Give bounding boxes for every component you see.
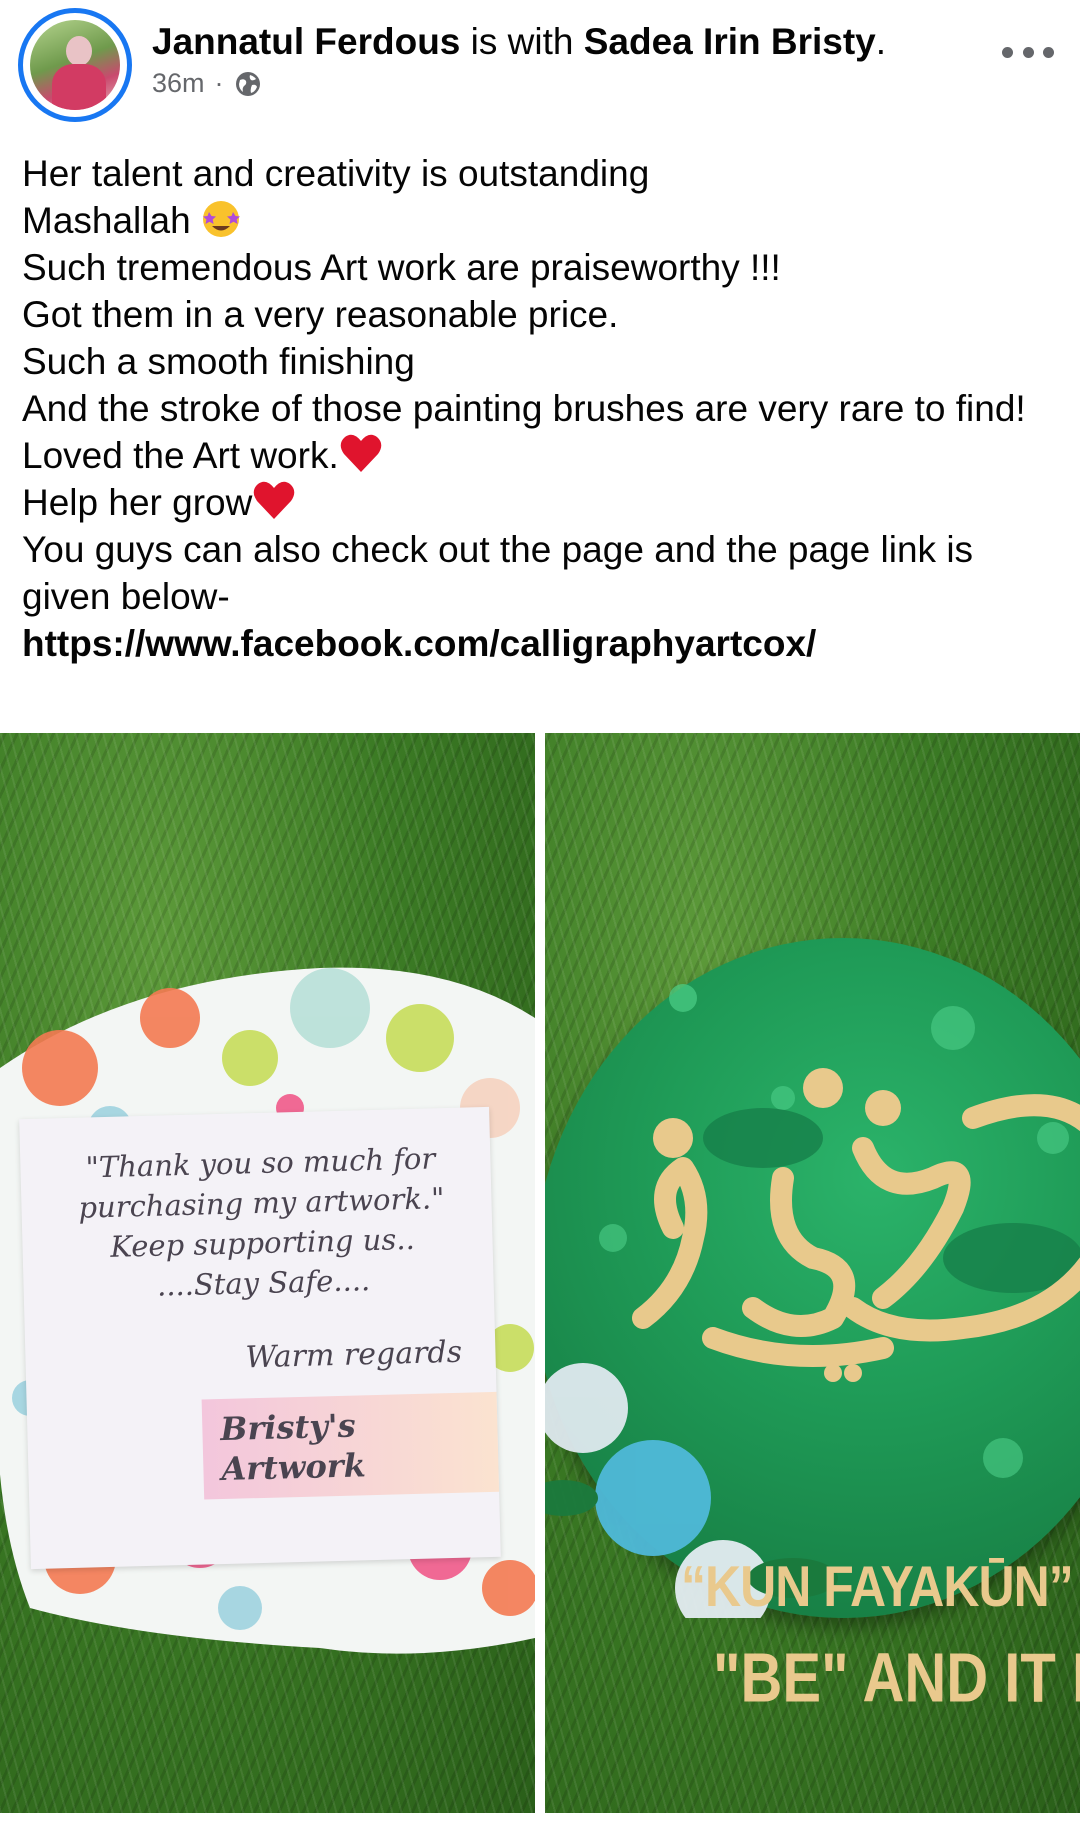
post-meta: 36m ·: [152, 68, 262, 99]
author-name[interactable]: Jannatul Ferdous: [152, 21, 460, 62]
post-line-1: Her talent and creativity is outstanding: [22, 153, 650, 194]
red-heart-icon: [254, 481, 295, 519]
post-line-9: You guys can also check out the page and…: [22, 529, 984, 617]
calligraphy-canvas: “KUN FAYAKŪN” "BE" AND IT IS!: [545, 938, 1080, 1717]
red-heart-icon: [340, 434, 382, 472]
globe-icon[interactable]: [234, 70, 262, 98]
caption-be-and-it-is: "BE" AND IT IS!: [713, 1639, 1080, 1718]
photo-calligraphy-canvas[interactable]: “KUN FAYAKŪN” "BE" AND IT IS!: [545, 733, 1080, 1813]
tagged-name[interactable]: Sadea Irin Bristy: [584, 21, 876, 62]
photo-thank-you-note[interactable]: "Thank you so much for purchasing my art…: [0, 733, 535, 1813]
post-author-line: Jannatul Ferdous is with Sadea Irin Bris…: [152, 20, 886, 64]
calligraphy-artwork: [545, 984, 1080, 1618]
with-text: is with: [460, 21, 584, 62]
star-struck-emoji-icon: [202, 201, 240, 237]
page-link[interactable]: https://www.facebook.com/calligraphyartc…: [22, 620, 1062, 667]
caption-kun-fayakun: “KUN FAYAKŪN”: [681, 1554, 1074, 1619]
more-options-icon[interactable]: [1002, 32, 1054, 72]
post-line-3: Such tremendous Art work are praiseworth…: [22, 247, 781, 288]
post-line-5: Such a smooth finishing: [22, 341, 415, 382]
post-header: Jannatul Ferdous is with Sadea Irin Bris…: [0, 0, 1080, 130]
post-body: Her talent and creativity is outstanding…: [22, 150, 1062, 667]
avatar-photo: [30, 20, 120, 110]
post-line-4: Got them in a very reasonable price.: [22, 294, 619, 335]
note-regards: Warm regards: [245, 1334, 463, 1376]
post-line-2-text: Mashallah: [22, 200, 191, 241]
post-line-8-text: Help her grow: [22, 482, 253, 523]
post-line-8: Help her grow: [22, 479, 1062, 526]
thank-you-message: "Thank you so much for purchasing my art…: [60, 1138, 464, 1308]
tagged-suffix: .: [875, 21, 887, 62]
photo-grid: "Thank you so much for purchasing my art…: [0, 733, 1080, 1821]
post-line-7-text: Loved the Art work.: [22, 435, 339, 476]
post-line-7: Loved the Art work.: [22, 432, 1062, 479]
post-time[interactable]: 36m: [152, 68, 205, 99]
author-avatar[interactable]: [18, 8, 132, 122]
post-line-2: Mashallah: [22, 197, 1062, 244]
meta-separator: ·: [214, 68, 224, 98]
post-line-6: And the stroke of those painting brushes…: [22, 388, 1026, 429]
thank-you-card: "Thank you so much for purchasing my art…: [19, 1106, 501, 1570]
note-brand: Bristy's Artwork: [201, 1391, 500, 1500]
